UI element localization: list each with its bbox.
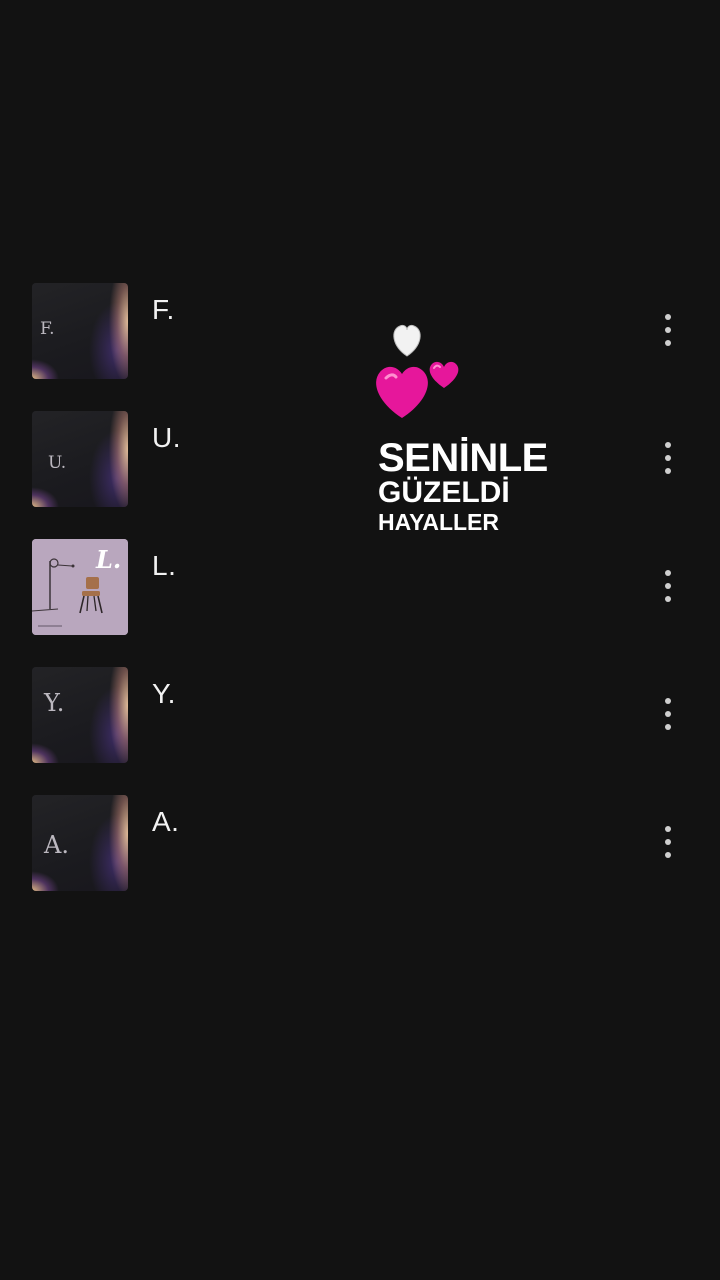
text-sticker-overlay: SENİNLE GÜZELDİ HAYALLER [372, 318, 572, 548]
more-options-icon[interactable] [652, 308, 684, 352]
overlay-text-line1: SENİNLE [378, 436, 548, 480]
track-title: U. [152, 422, 181, 453]
cover-letter: A. [44, 831, 69, 859]
track-title: F. [152, 294, 175, 325]
track-list: F. F. U. U. L. L. Y. Y. A. A. [0, 282, 720, 922]
track-row[interactable]: L. L. [0, 538, 720, 666]
screen: F. F. U. U. L. L. Y. Y. A. A. SENİNLE GÜ… [0, 0, 720, 1280]
overlay-text-line2: GÜZELDİ [378, 476, 510, 509]
cover-letter: F. [40, 319, 55, 339]
track-row[interactable]: Y. Y. [0, 666, 720, 794]
more-options-icon[interactable] [652, 564, 684, 608]
track-row[interactable]: U. U. [0, 410, 720, 538]
more-options-icon[interactable] [652, 820, 684, 864]
cover-letter: U. [48, 453, 67, 473]
album-cover: U. [32, 411, 128, 507]
album-cover: Y. [32, 667, 128, 763]
track-row[interactable]: F. F. [0, 282, 720, 410]
track-title: Y. [152, 678, 176, 709]
white-heart-icon [393, 324, 421, 357]
overlay-text-line3: HAYALLER [378, 509, 499, 535]
album-cover: F. [32, 283, 128, 379]
album-cover: L. [32, 539, 128, 635]
track-title: A. [152, 806, 180, 837]
more-options-icon[interactable] [652, 692, 684, 736]
track-row[interactable]: A. A. [0, 794, 720, 922]
track-title: L. [152, 550, 177, 581]
two-hearts-icon [376, 324, 459, 418]
cover-letter: Y. [44, 689, 65, 717]
album-cover: A. [32, 795, 128, 891]
cover-letter: L. [96, 545, 122, 574]
more-options-icon[interactable] [652, 436, 684, 480]
